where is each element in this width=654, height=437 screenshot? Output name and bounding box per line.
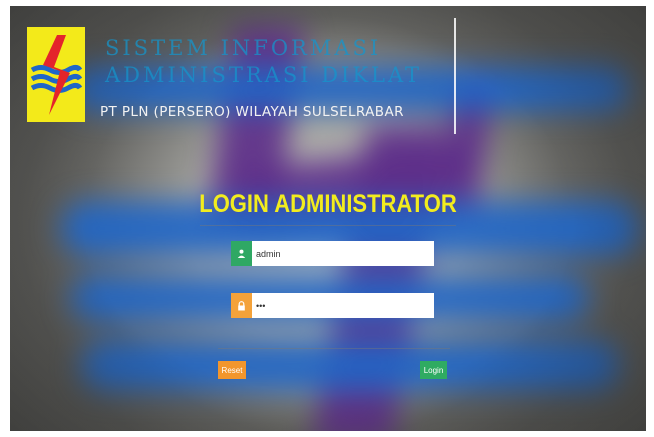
title-divider: [200, 225, 456, 226]
app-title-line2: ADMINISTRASI DIKLAT: [105, 63, 422, 87]
pln-lightning-logo: [27, 27, 85, 122]
username-input[interactable]: [252, 241, 434, 266]
login-button[interactable]: Login: [420, 361, 447, 379]
password-field: [231, 293, 434, 318]
app-title-line1: SISTEM INFORMASI: [105, 36, 382, 60]
user-icon: [231, 241, 252, 266]
login-screen: SISTEM INFORMASI ADMINISTRASI DIKLAT PT …: [10, 6, 646, 431]
password-input[interactable]: [252, 293, 434, 318]
form-divider: [218, 348, 450, 349]
login-title: LOGIN ADMINISTRATOR: [199, 190, 457, 218]
header-divider: [454, 18, 456, 134]
username-field: [231, 241, 434, 266]
reset-button[interactable]: Reset: [218, 361, 246, 379]
company-name: PT PLN (PERSERO) WILAYAH SULSELRABAR: [100, 104, 404, 120]
lock-icon: [231, 293, 252, 318]
